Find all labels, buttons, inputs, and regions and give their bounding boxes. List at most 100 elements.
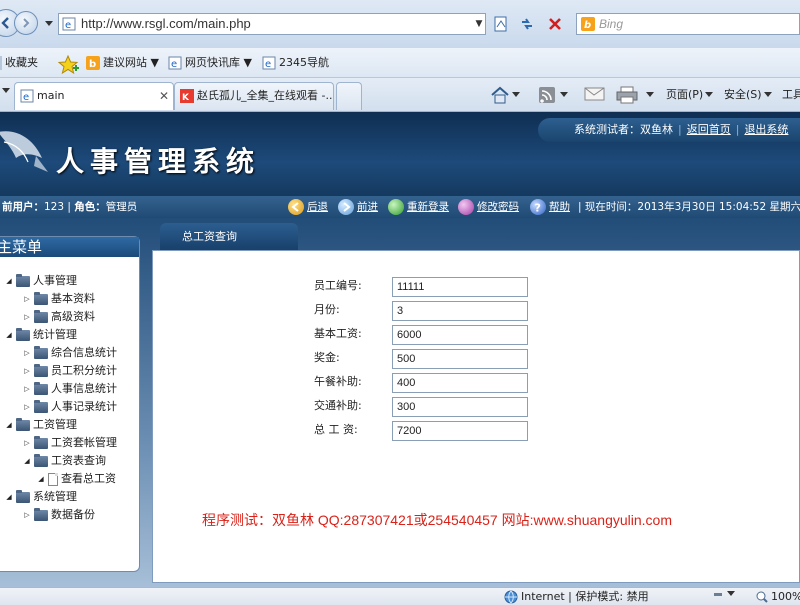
home-icon	[491, 86, 509, 104]
menu-item-hr-stats[interactable]: ▷ 人事信息统计	[23, 381, 117, 397]
separator: |	[678, 123, 682, 136]
new-tab-button[interactable]	[336, 82, 362, 110]
tools-menu[interactable]: 工具	[782, 86, 800, 104]
base-salary-field[interactable]	[392, 325, 528, 345]
current-time: | 现在时间：2013年3月30日 15:04:52 星期六	[578, 196, 800, 218]
bonus-field[interactable]	[392, 349, 528, 369]
menu-group-salary[interactable]: ◢ 工资管理	[5, 417, 77, 433]
stop-button[interactable]	[544, 13, 566, 35]
info-bar: 前用户：123 | 角色：管理员 后退 前进 重新登录 修改密码 ? 帮助 | …	[0, 196, 800, 218]
separator: |	[578, 201, 585, 213]
bing-icon: b	[581, 17, 595, 31]
page-menu[interactable]: 页面(P)	[666, 86, 714, 104]
back-arrow-icon	[288, 199, 304, 215]
menu-group-stats[interactable]: ◢ 统计管理	[5, 327, 77, 343]
transport-allowance-label: 交通补助:	[314, 399, 362, 412]
address-input[interactable]: e http://www.rsgl.com/main.php	[58, 13, 486, 35]
folder-icon	[16, 273, 30, 287]
chevron-down-icon	[646, 92, 654, 97]
logout-link[interactable]: 退出系统	[744, 123, 788, 136]
menu-group-label: 人事管理	[33, 274, 77, 287]
security-zone[interactable]: Internet | 保护模式: 禁用	[504, 588, 649, 605]
folder-icon	[34, 345, 48, 359]
star-add-icon	[58, 55, 79, 75]
add-favorite-button[interactable]	[58, 55, 80, 75]
help-icon: ?	[530, 199, 546, 215]
relogin-icon	[388, 199, 404, 215]
menu-item-salary-query[interactable]: ◢ 工资表查询	[23, 453, 106, 469]
compat-view-button[interactable]	[490, 13, 512, 35]
relogin-link[interactable]: 重新登录	[388, 198, 449, 216]
fav-label: 建议网站 ▼	[103, 56, 159, 69]
close-tab-icon[interactable]: ✕	[159, 83, 169, 109]
menu-item-data-backup[interactable]: ▷ 数据备份	[23, 507, 95, 523]
print-button[interactable]	[616, 86, 654, 104]
menu-item-label: 查看总工资	[61, 472, 116, 485]
menu-group-hr[interactable]: ◢ 人事管理	[5, 273, 77, 289]
favorite-suggested-sites[interactable]: b 建议网站 ▼	[86, 55, 159, 71]
collapsed-icon: ▷	[24, 439, 30, 447]
search-input[interactable]: b Bing	[576, 13, 800, 35]
forward-link[interactable]: 前进	[338, 198, 378, 216]
favorite-web-slice[interactable]: e 网页快讯库 ▼	[168, 55, 252, 71]
feeds-button[interactable]	[538, 86, 568, 104]
expanded-icon: ◢	[6, 331, 12, 339]
status-tools-button[interactable]	[712, 588, 735, 600]
menu-group-system[interactable]: ◢ 系统管理	[5, 489, 77, 505]
tools-icon	[714, 593, 722, 596]
lunch-allowance-field[interactable]	[392, 373, 528, 393]
refresh-button[interactable]	[516, 13, 538, 35]
total-salary-field[interactable]	[392, 421, 528, 441]
menu-item-label: 工资表查询	[51, 454, 106, 467]
change-password-link[interactable]: 修改密码	[458, 198, 519, 216]
separator: |	[64, 201, 75, 213]
menu-item-advanced-info[interactable]: ▷ 高级资料	[23, 309, 95, 325]
compatibility-view-icon	[494, 16, 507, 32]
expanded-icon: ◢	[38, 475, 44, 483]
zoom-control[interactable]: 100%	[756, 588, 800, 605]
menu-item-points-stats[interactable]: ▷ 员工积分统计	[23, 363, 117, 379]
help-link[interactable]: ? 帮助	[530, 198, 570, 216]
address-dropdown[interactable]: ▼	[472, 13, 486, 35]
forward-arrow-icon	[338, 199, 354, 215]
home-button[interactable]	[490, 86, 520, 104]
folder-icon	[34, 363, 48, 377]
tab-video[interactable]: K 赵氏孤儿_全集_在线观看 -...	[174, 82, 334, 110]
forward-button[interactable]	[14, 11, 38, 35]
menu-item-overall-stats[interactable]: ▷ 综合信息统计	[23, 345, 117, 361]
chevron-down-icon	[763, 92, 772, 97]
history-dropdown[interactable]	[38, 13, 60, 35]
page-menu-label: 页面(P)	[666, 88, 704, 101]
folder-icon	[34, 507, 48, 521]
safety-menu-label: 安全(S)	[724, 88, 762, 101]
tab-list-button[interactable]	[2, 88, 10, 94]
security-zone-label: Internet | 保护模式: 禁用	[521, 590, 649, 603]
read-mail-button[interactable]	[584, 86, 606, 102]
forward-label: 前进	[357, 201, 378, 213]
close-icon	[549, 18, 561, 30]
return-home-link[interactable]: 返回首页	[687, 123, 731, 136]
favorites-button[interactable]: 收藏夹	[0, 55, 38, 71]
tab-total-salary-query[interactable]: 总工资查询	[160, 223, 298, 251]
svg-text:e: e	[265, 59, 271, 70]
user-label: 前用户：	[2, 201, 44, 213]
menu-item-basic-info[interactable]: ▷ 基本资料	[23, 291, 95, 307]
transport-allowance-field[interactable]	[392, 397, 528, 417]
document-icon	[48, 472, 58, 486]
month-field[interactable]	[392, 301, 528, 321]
status-bar: Internet | 保护模式: 禁用 100%	[0, 587, 800, 605]
menu-item-salary-accounts[interactable]: ▷ 工资套帐管理	[23, 435, 117, 451]
favorite-2345[interactable]: e 2345导航	[262, 55, 329, 71]
employee-id-field[interactable]	[392, 277, 528, 297]
safety-menu[interactable]: 安全(S)	[724, 86, 772, 104]
globe-icon	[504, 590, 518, 604]
menu-item-view-total-salary[interactable]: ◢ 查看总工资	[37, 471, 116, 487]
month-label: 月份:	[314, 303, 340, 316]
change-password-label: 修改密码	[477, 201, 519, 213]
collapsed-icon: ▷	[24, 295, 30, 303]
tab-main[interactable]: e main ✕	[14, 82, 174, 110]
menu-item-label: 综合信息统计	[51, 346, 117, 359]
menu-item-record-stats[interactable]: ▷ 人事记录统计	[23, 399, 117, 415]
back-link[interactable]: 后退	[288, 198, 328, 216]
refresh-icon	[522, 18, 532, 30]
